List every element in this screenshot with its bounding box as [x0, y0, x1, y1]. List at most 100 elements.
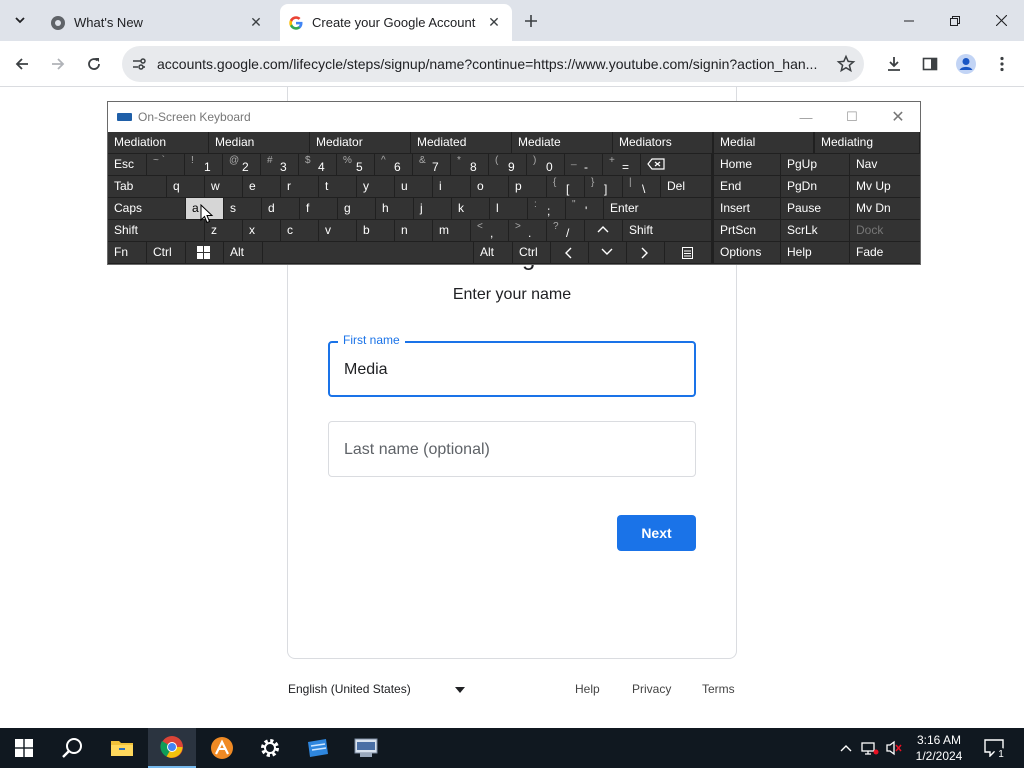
key-ctrl-left[interactable]: Ctrl [147, 242, 185, 263]
key-r[interactable]: r [281, 176, 318, 197]
footer-privacy-link[interactable]: Privacy [632, 682, 671, 696]
key-t[interactable]: t [319, 176, 356, 197]
key-ctrl-right[interactable]: Ctrl [513, 242, 550, 263]
prediction-item[interactable]: Mediator [310, 132, 411, 153]
key-h[interactable]: h [376, 198, 413, 219]
forward-button[interactable] [44, 50, 72, 78]
chrome-taskbar-button[interactable] [148, 728, 196, 768]
key-dock[interactable]: Dock [850, 220, 920, 241]
prediction-item[interactable]: Median [209, 132, 310, 153]
key-del[interactable]: Del [661, 176, 711, 197]
downloads-button[interactable] [880, 50, 908, 78]
key-x[interactable]: x [243, 220, 280, 241]
key-num[interactable]: @2 [223, 154, 260, 175]
first-name-value[interactable]: Media [344, 361, 388, 379]
key-enter[interactable]: Enter [604, 198, 711, 219]
key-f[interactable]: f [300, 198, 337, 219]
last-name-placeholder[interactable]: Last name (optional) [344, 441, 490, 459]
address-bar[interactable]: accounts.google.com/lifecycle/steps/sign… [122, 46, 864, 82]
key-num[interactable]: ! 1 [185, 154, 222, 175]
start-button[interactable] [0, 728, 48, 768]
key-p[interactable]: p [509, 176, 546, 197]
key-b[interactable]: b [357, 220, 394, 241]
key-fade[interactable]: Fade [850, 242, 920, 263]
prediction-item[interactable]: Mediate [512, 132, 613, 153]
key-c[interactable]: c [281, 220, 318, 241]
key-num[interactable]: ~ ` [147, 154, 184, 175]
key-windows[interactable] [186, 242, 223, 263]
prediction-item[interactable]: Mediating [815, 132, 920, 153]
osk-maximize-button[interactable]: ☐ [832, 102, 872, 132]
tray-chevron-up-icon[interactable] [836, 738, 856, 758]
key-g[interactable]: g [338, 198, 375, 219]
key-num[interactable]: $4 [299, 154, 336, 175]
close-window-button[interactable] [978, 0, 1024, 41]
key-pgdn[interactable]: PgDn [781, 176, 849, 197]
key-symbol[interactable]: {[ [547, 176, 584, 197]
restore-button[interactable] [932, 0, 978, 41]
profile-button[interactable] [952, 50, 980, 78]
key-backspace[interactable] [641, 154, 711, 175]
tab-whats-new[interactable]: What's New ✕ [42, 4, 274, 41]
osk-taskbar-button[interactable] [342, 728, 390, 768]
key-k[interactable]: k [452, 198, 489, 219]
key-arrow-up[interactable] [585, 220, 622, 241]
tab-search-button[interactable] [7, 8, 33, 32]
settings-taskbar-button[interactable] [246, 728, 294, 768]
key-scrlk[interactable]: ScrLk [781, 220, 849, 241]
site-info-icon[interactable] [130, 55, 148, 73]
key-num[interactable]: ^ 6 [375, 154, 412, 175]
network-icon[interactable] [860, 738, 880, 758]
osk-close-button[interactable]: ✕ [878, 102, 918, 132]
key-num[interactable]: _ - [565, 154, 602, 175]
key-s[interactable]: s [224, 198, 261, 219]
key-num[interactable]: % 5 [337, 154, 374, 175]
key-e[interactable]: e [243, 176, 280, 197]
key-prtscn[interactable]: PrtScn [714, 220, 780, 241]
key-help[interactable]: Help [781, 242, 849, 263]
key-home[interactable]: Home [714, 154, 780, 175]
prediction-item[interactable]: Mediated [411, 132, 512, 153]
close-tab-icon[interactable]: ✕ [484, 13, 504, 33]
key-n[interactable]: n [395, 220, 432, 241]
key-j[interactable]: j [414, 198, 451, 219]
file-explorer-button[interactable] [98, 728, 146, 768]
key-alt-right[interactable]: Alt [474, 242, 512, 263]
back-button[interactable] [8, 50, 36, 78]
key-num[interactable]: * 8 [451, 154, 488, 175]
key-insert[interactable]: Insert [714, 198, 780, 219]
language-select[interactable]: English (United States) [288, 682, 468, 696]
system-clock[interactable]: 3:16 AM 1/2/2024 [908, 732, 970, 764]
key-l[interactable]: l [490, 198, 527, 219]
side-panel-button[interactable] [916, 50, 944, 78]
key-mv-up[interactable]: Mv Up [850, 176, 920, 197]
key-end[interactable]: End [714, 176, 780, 197]
key-symbol[interactable]: :; [528, 198, 565, 219]
key-num[interactable]: ) 0 [527, 154, 564, 175]
key-symbol[interactable]: " ' [566, 198, 603, 219]
window-app-taskbar-button[interactable] [294, 728, 342, 768]
key-pause[interactable]: Pause [781, 198, 849, 219]
menu-button[interactable] [988, 50, 1016, 78]
key-fn[interactable]: Fn [108, 242, 146, 263]
footer-terms-link[interactable]: Terms [702, 682, 735, 696]
close-tab-icon[interactable]: ✕ [246, 13, 266, 33]
last-name-field[interactable]: Last name (optional) [328, 421, 696, 477]
key-symbol[interactable]: ? / [547, 220, 584, 241]
key-arrow-down[interactable] [589, 242, 626, 263]
key-v[interactable]: v [319, 220, 356, 241]
key-arrow-left[interactable] [551, 242, 588, 263]
reload-button[interactable] [80, 50, 108, 78]
key-alt-left[interactable]: Alt [224, 242, 262, 263]
prediction-item[interactable]: Mediation [108, 132, 209, 153]
key-q[interactable]: q [167, 176, 204, 197]
caret-down-icon[interactable] [455, 687, 465, 693]
key-i[interactable]: i [433, 176, 470, 197]
prediction-item[interactable]: Mediators [613, 132, 713, 153]
bookmark-star-icon[interactable] [836, 54, 856, 74]
key-options[interactable]: Options [714, 242, 780, 263]
key-arrow-right[interactable] [627, 242, 664, 263]
key-num[interactable]: & 7 [413, 154, 450, 175]
key-num[interactable]: + = [603, 154, 640, 175]
key-m[interactable]: m [433, 220, 470, 241]
